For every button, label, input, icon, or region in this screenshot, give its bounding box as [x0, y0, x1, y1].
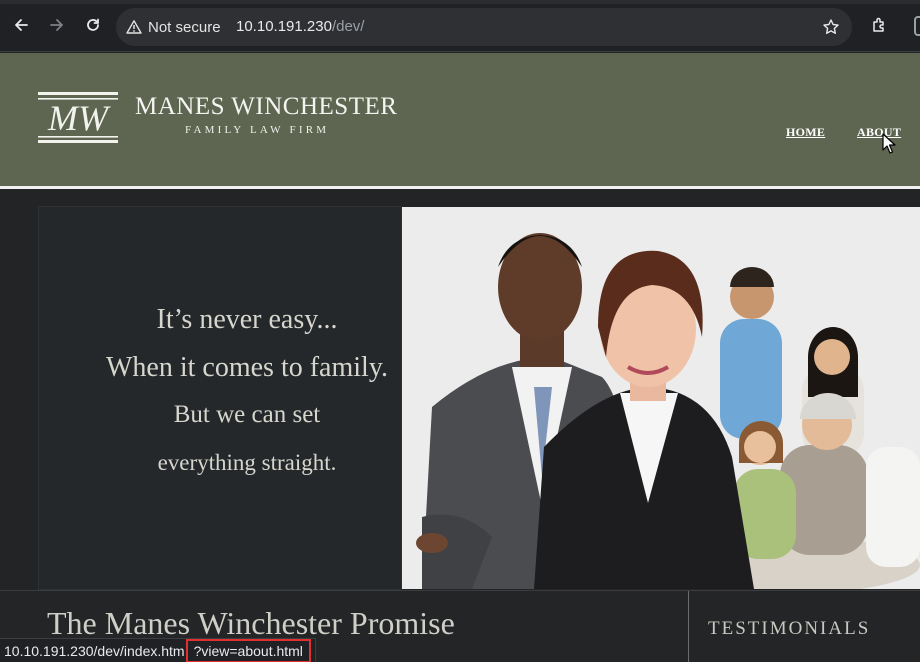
- security-label: Not secure: [148, 18, 221, 36]
- forward-arrow-icon: [50, 19, 63, 31]
- extensions-button[interactable]: [869, 14, 891, 36]
- promise-title: The Manes Winchester Promise: [47, 605, 455, 641]
- firm-logo[interactable]: MW: [38, 92, 118, 144]
- reload-icon: [87, 18, 99, 31]
- url-path: /dev/: [331, 18, 365, 35]
- security-indicator[interactable]: Not secure: [126, 17, 221, 37]
- hero-line: But we can set: [173, 401, 321, 428]
- warning-icon: [126, 20, 142, 34]
- back-button[interactable]: [10, 14, 32, 36]
- brand-name[interactable]: MANES WINCHESTER: [135, 93, 397, 121]
- header-divider: [0, 186, 920, 189]
- brand-tagline: FAMILY LAW FIRM: [185, 124, 330, 136]
- tab-strip: [0, 0, 920, 4]
- status-url-query-highlight: ?view=about.html: [185, 638, 311, 662]
- bookmark-button[interactable]: [822, 18, 840, 40]
- forward-button[interactable]: [46, 14, 68, 36]
- status-url-base: 10.10.191.230/dev/index.htm: [4, 642, 185, 659]
- url-host: 10.10.191.230: [236, 18, 332, 35]
- mouse-cursor-icon: [882, 133, 896, 154]
- site-header: MW MANES WINCHESTER FAMILY LAW FIRM HOME…: [0, 53, 920, 186]
- hero-line: It’s never easy...: [156, 304, 338, 335]
- section-divider: [688, 591, 689, 662]
- link-status-bubble: 10.10.191.230/dev/index.htm ?view=about.h…: [0, 638, 316, 662]
- address-bar[interactable]: Not secure 10.10.191.230/dev/: [116, 8, 852, 46]
- hero-line: When it comes to family.: [106, 352, 388, 383]
- back-arrow-icon: [15, 19, 28, 31]
- nav-home-link[interactable]: HOME: [786, 125, 825, 140]
- testimonials-heading: TESTIMONIALS: [708, 618, 871, 639]
- star-icon: [823, 19, 839, 34]
- browser-toolbar: Not secure 10.10.191.230/dev/: [0, 0, 920, 52]
- extensions-icon: [873, 17, 884, 32]
- profile-button[interactable]: [914, 16, 920, 36]
- hero-photo: [402, 207, 920, 589]
- hero-text-panel: [38, 206, 402, 590]
- hero-line: everything straight.: [157, 450, 337, 475]
- people-illustration: [402, 207, 920, 589]
- url-text[interactable]: 10.10.191.230/dev/: [236, 18, 364, 35]
- logo-text: MW: [47, 98, 111, 138]
- reload-button[interactable]: [82, 14, 104, 36]
